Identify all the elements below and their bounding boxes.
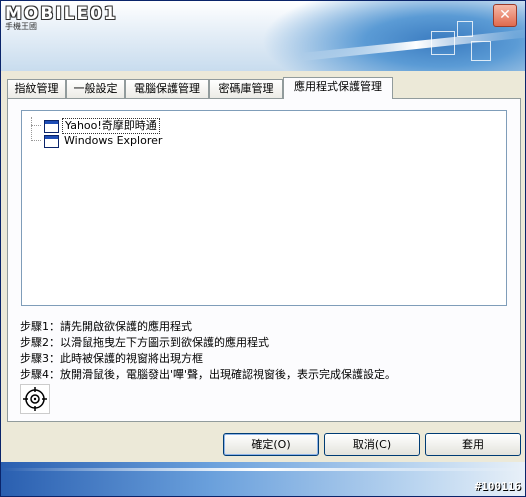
tab-app-protection[interactable]: 應用程式保護管理 <box>283 77 393 99</box>
sub-logo-text: 手機王國 <box>5 22 37 31</box>
apply-button[interactable]: 套用 <box>425 433 521 456</box>
tab-computer-protection[interactable]: 電腦保護管理 <box>125 79 209 98</box>
tab-general-settings[interactable]: 一般設定 <box>66 79 125 98</box>
tab-fingerprint-management[interactable]: 指紋管理 <box>7 79 66 98</box>
tree-item-label: Windows Explorer <box>64 134 163 147</box>
footer-banner: #100116 <box>1 462 525 496</box>
step-4: 步驟4：放開滑鼠後，電腦發出'嗶'聲，出現確認視窗後，表示完成保護設定。 <box>20 368 397 381</box>
ok-button[interactable]: 確定(O) <box>223 433 319 456</box>
crosshair-target-icon[interactable] <box>20 384 50 414</box>
cancel-button[interactable]: 取消(C) <box>324 433 420 456</box>
instructions: 步驟1：請先開啟欲保護的應用程式 步驟2：以滑鼠拖曳左下方圖示到欲保護的應用程式… <box>20 319 396 383</box>
step-1: 步驟1：請先開啟欲保護的應用程式 <box>20 320 192 333</box>
window-icon <box>44 135 59 148</box>
app-window: MOBILE01 手機王國 ✕ 指紋管理 一般設定 電腦保護管理 密碼庫管理 應… <box>0 0 526 497</box>
tree-item-label: Yahoo!奇摩即時通 <box>62 118 160 134</box>
close-button[interactable]: ✕ <box>493 4 517 27</box>
tab-password-vault[interactable]: 密碼庫管理 <box>209 79 283 98</box>
protected-apps-tree[interactable]: Yahoo!奇摩即時通 Windows Explorer <box>21 110 507 306</box>
watermark-text: #100116 <box>474 480 521 493</box>
step-2: 步驟2：以滑鼠拖曳左下方圖示到欲保護的應用程式 <box>20 336 269 349</box>
window-icon <box>44 120 59 133</box>
step-3: 步驟3：此時被保護的視窗將出現方框 <box>20 352 203 365</box>
tab-panel: Yahoo!奇摩即時通 Windows Explorer 步驟1：請先開啟欲保護… <box>7 98 521 422</box>
header-banner: MOBILE01 手機王國 ✕ <box>1 1 525 71</box>
